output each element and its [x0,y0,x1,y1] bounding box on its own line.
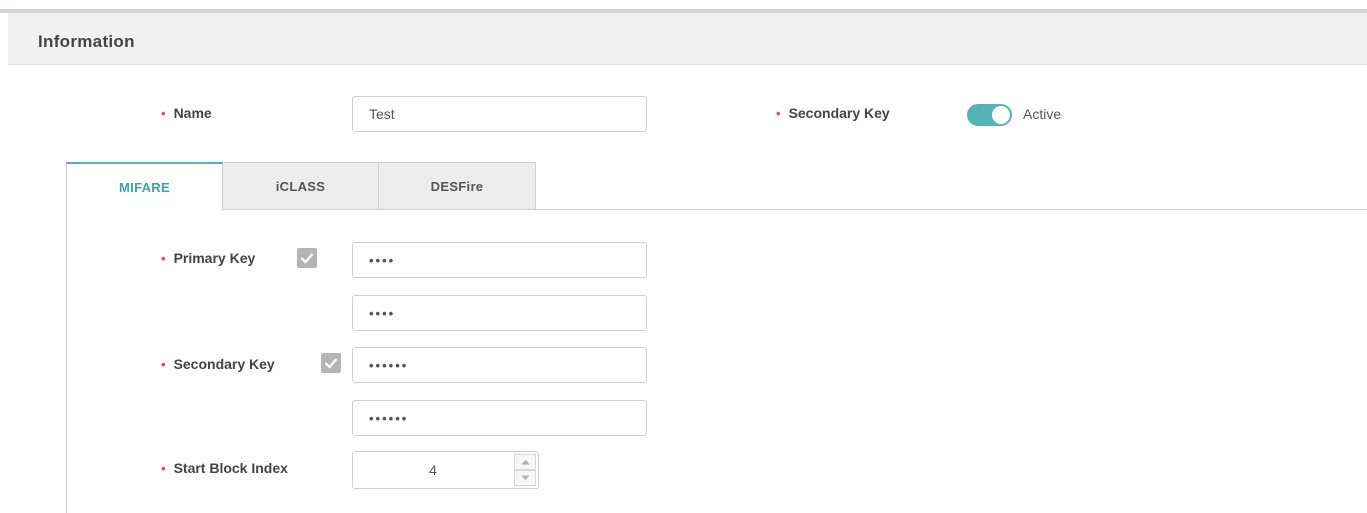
tab-iclass[interactable]: iCLASS [222,162,379,210]
check-icon [300,253,314,264]
tab-desfire[interactable]: DESFire [378,162,536,210]
chevron-down-icon [521,475,530,481]
start-block-index-value[interactable]: 4 [353,462,513,478]
secondary-key-toggle-label: • Secondary Key [776,105,890,121]
required-marker: • [161,357,166,372]
required-marker: • [776,106,781,121]
secondary-key-checkbox[interactable] [321,353,341,373]
name-label-text: Name [173,105,212,121]
tab-mifare[interactable]: MIFARE [66,162,223,211]
chevron-up-icon [521,459,530,465]
start-block-index-spinner[interactable]: 4 [352,451,539,489]
secondary-key-input[interactable] [352,347,647,383]
section-header: Information [8,13,1367,65]
primary-key-label-text: Primary Key [173,250,256,266]
toggle-knob [992,106,1010,124]
secondary-key-label: • Secondary Key [161,356,275,372]
secondary-key-toggle-label-text: Secondary Key [788,105,890,121]
required-marker: • [161,251,166,266]
start-block-index-label: • Start Block Index [161,460,288,476]
secondary-key-label-text: Secondary Key [173,356,275,372]
required-marker: • [161,461,166,476]
section-title: Information [38,32,135,51]
check-icon [324,358,338,369]
spin-down-button[interactable] [514,470,536,486]
primary-key-checkbox[interactable] [297,248,317,268]
primary-key-label: • Primary Key [161,250,255,266]
spin-up-button[interactable] [514,454,536,470]
start-block-index-label-text: Start Block Index [173,460,288,476]
name-input[interactable] [352,96,647,132]
toggle-state-label: Active [1023,106,1062,122]
primary-key-confirm-input[interactable] [352,295,647,331]
required-marker: • [161,106,166,121]
secondary-key-confirm-input[interactable] [352,400,647,436]
secondary-key-toggle[interactable] [967,104,1012,126]
primary-key-input[interactable] [352,242,647,278]
name-label: • Name [161,105,212,121]
